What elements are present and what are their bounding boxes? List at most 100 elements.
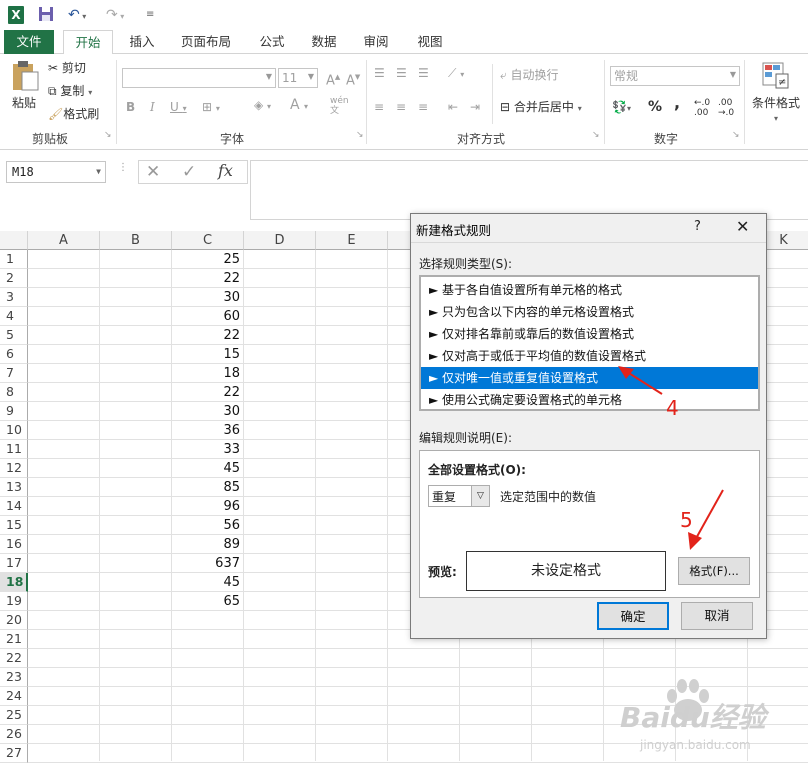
font-name-combo[interactable]: ▼ — [122, 68, 276, 88]
insert-function-icon[interactable]: fx — [218, 161, 233, 180]
align-right-icon[interactable]: ≡ — [418, 98, 428, 116]
rule-item-unique-duplicate[interactable]: ► 仅对唯一值或重复值设置格式 — [421, 367, 758, 389]
cell-c6[interactable]: 15 — [172, 345, 242, 364]
cell-c9[interactable]: 30 — [172, 402, 242, 421]
row-header-26[interactable]: 26 — [0, 725, 28, 744]
rule-item-each-value[interactable]: ► 基于各自值设置所有单元格的格式 — [421, 279, 758, 301]
column-header-c[interactable]: C — [172, 231, 244, 250]
row-header-2[interactable]: 2 — [0, 269, 28, 288]
tab-file[interactable]: 文件 — [4, 30, 54, 54]
rule-item-use-formula[interactable]: ► 使用公式确定要设置格式的单元格 — [421, 389, 758, 411]
cancel-entry-icon[interactable]: ✕ — [146, 162, 160, 182]
row-header-12[interactable]: 12 — [0, 459, 28, 478]
select-all-corner[interactable] — [0, 231, 28, 250]
ok-button[interactable]: 确定 — [597, 602, 669, 630]
column-header-a[interactable]: A — [28, 231, 100, 250]
cell-c10[interactable]: 36 — [172, 421, 242, 440]
row-header-19[interactable]: 19 — [0, 592, 28, 611]
font-size-combo[interactable]: 11 ▼ — [278, 68, 318, 88]
tab-formulas[interactable]: 公式 — [252, 30, 292, 54]
increase-indent-icon[interactable]: ⇥ — [470, 98, 480, 116]
tab-insert[interactable]: 插入 — [122, 30, 162, 54]
row-header-11[interactable]: 11 — [0, 440, 28, 459]
column-header-b[interactable]: B — [100, 231, 172, 250]
number-launcher-icon[interactable]: ↘ — [732, 130, 740, 140]
confirm-entry-icon[interactable]: ✓ — [182, 162, 196, 182]
row-header-5[interactable]: 5 — [0, 326, 28, 345]
row-header-9[interactable]: 9 — [0, 402, 28, 421]
row-header-27[interactable]: 27 — [0, 744, 28, 763]
copy-button[interactable]: ⧉ 复制 ▾ — [48, 82, 92, 102]
tab-view[interactable]: 视图 — [410, 30, 450, 54]
cell-c18[interactable]: 45 — [172, 573, 242, 592]
bold-icon[interactable]: B — [126, 98, 135, 116]
row-header-13[interactable]: 13 — [0, 478, 28, 497]
cell-c15[interactable]: 56 — [172, 516, 242, 535]
font-color-icon[interactable]: A ▾ — [290, 96, 308, 116]
rule-item-top-bottom[interactable]: ► 仅对排名靠前或靠后的数值设置格式 — [421, 323, 758, 345]
row-header-18[interactable]: 18 — [0, 573, 28, 592]
cancel-button[interactable]: 取消 — [681, 602, 753, 630]
row-header-20[interactable]: 20 — [0, 611, 28, 630]
cell-c8[interactable]: 22 — [172, 383, 242, 402]
align-center-icon[interactable]: ≡ — [396, 98, 406, 116]
cell-c2[interactable]: 22 — [172, 269, 242, 288]
format-button[interactable]: 格式(F)... — [678, 557, 750, 585]
number-format-combo[interactable]: 常规 ▼ — [610, 66, 740, 86]
row-header-24[interactable]: 24 — [0, 687, 28, 706]
decrease-decimal-icon[interactable]: .00 →.0 — [718, 98, 734, 118]
redo-icon[interactable]: ↷ ▾ — [106, 6, 124, 24]
cell-c4[interactable]: 60 — [172, 307, 242, 326]
increase-decimal-icon[interactable]: ←.0.00 — [694, 98, 710, 118]
cut-button[interactable]: ✂ 剪切 — [48, 59, 86, 77]
cell-c11[interactable]: 33 — [172, 440, 242, 459]
conditional-format-dropdown-icon[interactable]: ▾ — [774, 110, 778, 128]
row-header-3[interactable]: 3 — [0, 288, 28, 307]
row-header-4[interactable]: 4 — [0, 307, 28, 326]
customize-qat-icon[interactable]: ≡ — [146, 6, 154, 24]
help-icon[interactable]: ? — [694, 219, 701, 234]
comma-button[interactable]: , — [674, 94, 680, 112]
column-header-d[interactable]: D — [244, 231, 316, 250]
duplicate-unique-select[interactable]: 重复 ▽ — [428, 485, 490, 507]
name-box[interactable]: M18 ▼ — [6, 161, 106, 183]
chevron-down-icon[interactable]: ▽ — [471, 486, 489, 506]
cell-c19[interactable]: 65 — [172, 592, 242, 611]
grow-font-icon[interactable]: A▲ — [326, 68, 340, 90]
cell-c12[interactable]: 45 — [172, 459, 242, 478]
align-top-icon[interactable]: ☰ — [374, 64, 385, 82]
alignment-launcher-icon[interactable]: ↘ — [592, 130, 600, 140]
conditional-format-icon[interactable]: ≠ — [762, 62, 790, 90]
format-painter-button[interactable]: 🖌格式刷 — [48, 105, 99, 123]
tab-home[interactable]: 开始 — [63, 30, 113, 55]
font-launcher-icon[interactable]: ↘ — [356, 130, 364, 140]
row-header-17[interactable]: 17 — [0, 554, 28, 573]
percent-button[interactable]: % — [648, 98, 662, 116]
underline-icon[interactable]: U ▾ — [170, 98, 187, 118]
row-header-16[interactable]: 16 — [0, 535, 28, 554]
border-icon[interactable]: ⊞ ▾ — [202, 98, 220, 118]
orientation-icon[interactable]: ⟋ ▾ — [448, 64, 464, 84]
row-header-25[interactable]: 25 — [0, 706, 28, 725]
tab-review[interactable]: 审阅 — [356, 30, 396, 54]
paste-icon[interactable] — [10, 60, 40, 92]
row-header-23[interactable]: 23 — [0, 668, 28, 687]
align-bottom-icon[interactable]: ☰ — [418, 64, 429, 82]
cell-c5[interactable]: 22 — [172, 326, 242, 345]
rule-item-above-below-average[interactable]: ► 仅对高于或低于平均值的数值设置格式 — [421, 345, 758, 367]
row-header-7[interactable]: 7 — [0, 364, 28, 383]
wrap-text-button[interactable]: ⤶ 自动换行 — [500, 66, 559, 84]
cell-c3[interactable]: 30 — [172, 288, 242, 307]
italic-icon[interactable]: I — [150, 98, 155, 116]
column-header-e[interactable]: E — [316, 231, 388, 250]
close-icon[interactable]: ✕ — [736, 217, 749, 236]
row-header-22[interactable]: 22 — [0, 649, 28, 668]
cell-c13[interactable]: 85 — [172, 478, 242, 497]
cell-c7[interactable]: 18 — [172, 364, 242, 383]
phonetic-icon[interactable]: wén 文 — [330, 96, 349, 116]
row-header-15[interactable]: 15 — [0, 516, 28, 535]
row-header-21[interactable]: 21 — [0, 630, 28, 649]
cell-c16[interactable]: 89 — [172, 535, 242, 554]
clipboard-launcher-icon[interactable]: ↘ — [104, 130, 112, 140]
row-header-1[interactable]: 1 — [0, 250, 28, 269]
